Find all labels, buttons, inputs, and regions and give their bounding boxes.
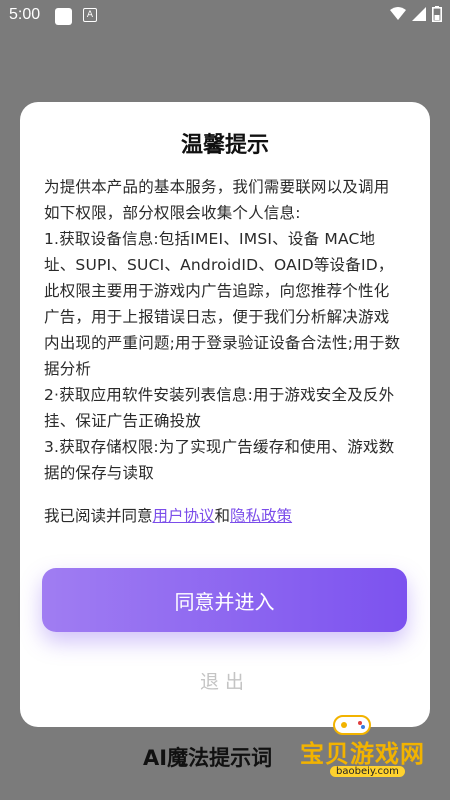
agreement-line: 我已阅读并同意用户协议和隐私政策 — [44, 504, 404, 526]
agree-prefix: 我已阅读并同意 — [44, 507, 153, 525]
watermark-title: 宝贝游戏网 — [300, 740, 425, 768]
dialog-title: 温馨提示 — [180, 133, 269, 158]
body-paragraph: 2·获取应用软件安装列表信息:用于游戏安全及反外挂、保证广告正确投放 — [44, 386, 395, 430]
status-time: 5:00 — [9, 6, 41, 23]
body-paragraph: 3.获取存储权限:为了实现广告缓存和使用、游戏数据的保存与读取 — [44, 438, 395, 482]
wifi-icon — [390, 7, 406, 20]
body-paragraph: 1.获取设备信息:包括IMEI、IMSI、设备 MAC地址、SUPI、SUCI、… — [44, 230, 401, 378]
notification-a-icon: A — [83, 8, 97, 22]
privacy-dialog: 温馨提示 为提供本产品的基本服务，我们需要联网以及调用如下权限，部分权限会收集个… — [20, 102, 430, 727]
body-paragraph: 为提供本产品的基本服务，我们需要联网以及调用如下权限，部分权限会收集个人信息: — [44, 178, 390, 222]
user-agreement-link[interactable]: 用户协议 — [153, 507, 215, 525]
agree-and: 和 — [214, 507, 231, 525]
notification-square-icon — [55, 8, 72, 25]
agree-enter-button[interactable]: 同意并进入 — [42, 568, 407, 632]
watermark-logo: 宝贝游戏网 baobeiy.com — [300, 712, 440, 782]
privacy-policy-link[interactable]: 隐私政策 — [230, 507, 292, 525]
exit-button[interactable]: 退出 — [170, 662, 280, 698]
watermark-url: baobeiy.com — [330, 766, 405, 777]
dialog-body: 为提供本产品的基本服务，我们需要联网以及调用如下权限，部分权限会收集个人信息: … — [44, 174, 404, 486]
background-app-title: AI魔法提示词 — [143, 746, 273, 770]
status-right-icons — [390, 6, 442, 22]
status-bar: 5:00 A — [0, 0, 450, 32]
signal-icon — [412, 7, 426, 21]
battery-icon — [432, 6, 442, 22]
